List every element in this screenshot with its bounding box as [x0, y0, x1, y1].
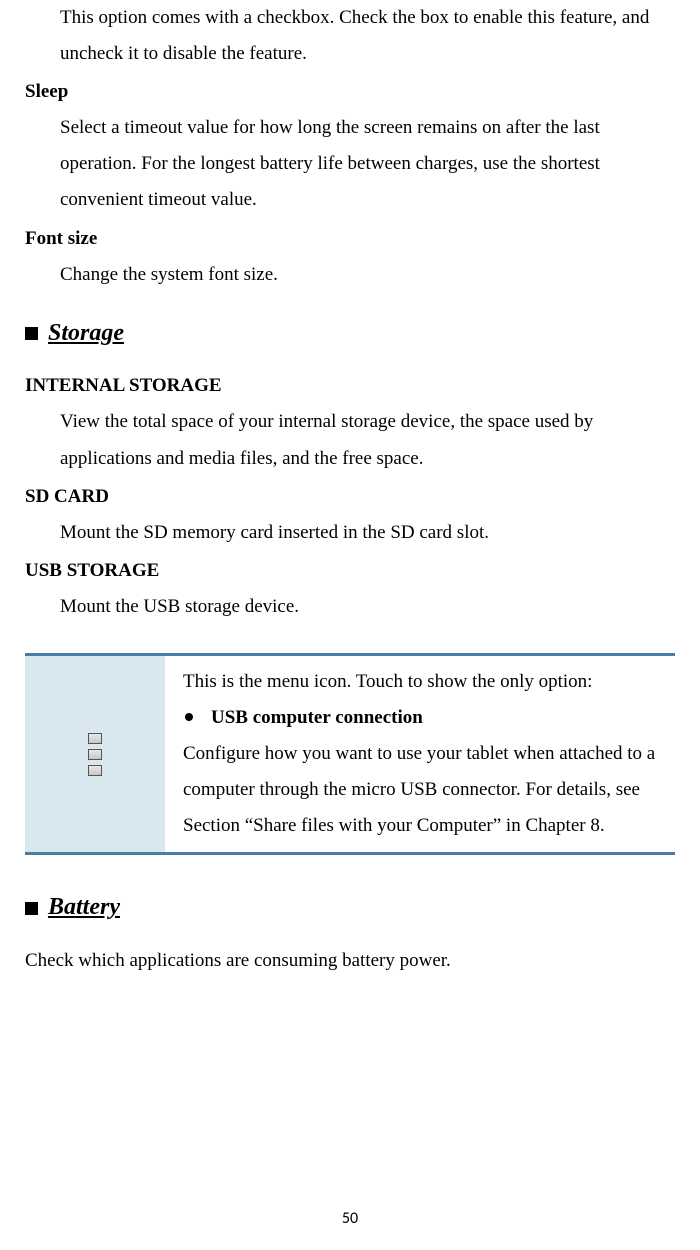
page-number: 50 [0, 1204, 700, 1234]
info-intro-text: This is the menu icon. Touch to show the… [183, 664, 661, 700]
battery-title: Battery [48, 885, 120, 931]
info-box-content: This is the menu icon. Touch to show the… [165, 656, 675, 852]
internal-storage-description: View the total space of your internal st… [25, 404, 675, 476]
storage-section-heading: Storage [25, 311, 675, 357]
usb-storage-heading: USB STORAGE [25, 553, 675, 589]
menu-icon [88, 733, 102, 776]
menu-icon-bar [88, 733, 102, 744]
bullet-dot-icon [185, 713, 193, 721]
internal-storage-heading: INTERNAL STORAGE [25, 368, 675, 404]
sd-card-heading: SD CARD [25, 479, 675, 515]
usb-connection-label: USB computer connection [211, 700, 423, 736]
checkbox-option-description: This option comes with a checkbox. Check… [25, 0, 675, 72]
font-size-description: Change the system font size. [25, 257, 675, 293]
square-bullet-icon [25, 327, 38, 340]
battery-description: Check which applications are consuming b… [25, 943, 675, 979]
sleep-heading: Sleep [25, 74, 675, 110]
usb-storage-description: Mount the USB storage device. [25, 589, 675, 625]
usb-connection-description: Configure how you want to use your table… [183, 736, 661, 844]
storage-title: Storage [48, 311, 124, 357]
info-callout-box: This is the menu icon. Touch to show the… [25, 653, 675, 855]
menu-icon-bar [88, 749, 102, 760]
info-bullet-row: USB computer connection [183, 700, 661, 736]
info-box-icon-cell [25, 656, 165, 852]
battery-section-heading: Battery [25, 885, 675, 931]
menu-icon-bar [88, 765, 102, 776]
square-bullet-icon [25, 902, 38, 915]
font-size-heading: Font size [25, 221, 675, 257]
sd-card-description: Mount the SD memory card inserted in the… [25, 515, 675, 551]
sleep-description: Select a timeout value for how long the … [25, 110, 675, 218]
